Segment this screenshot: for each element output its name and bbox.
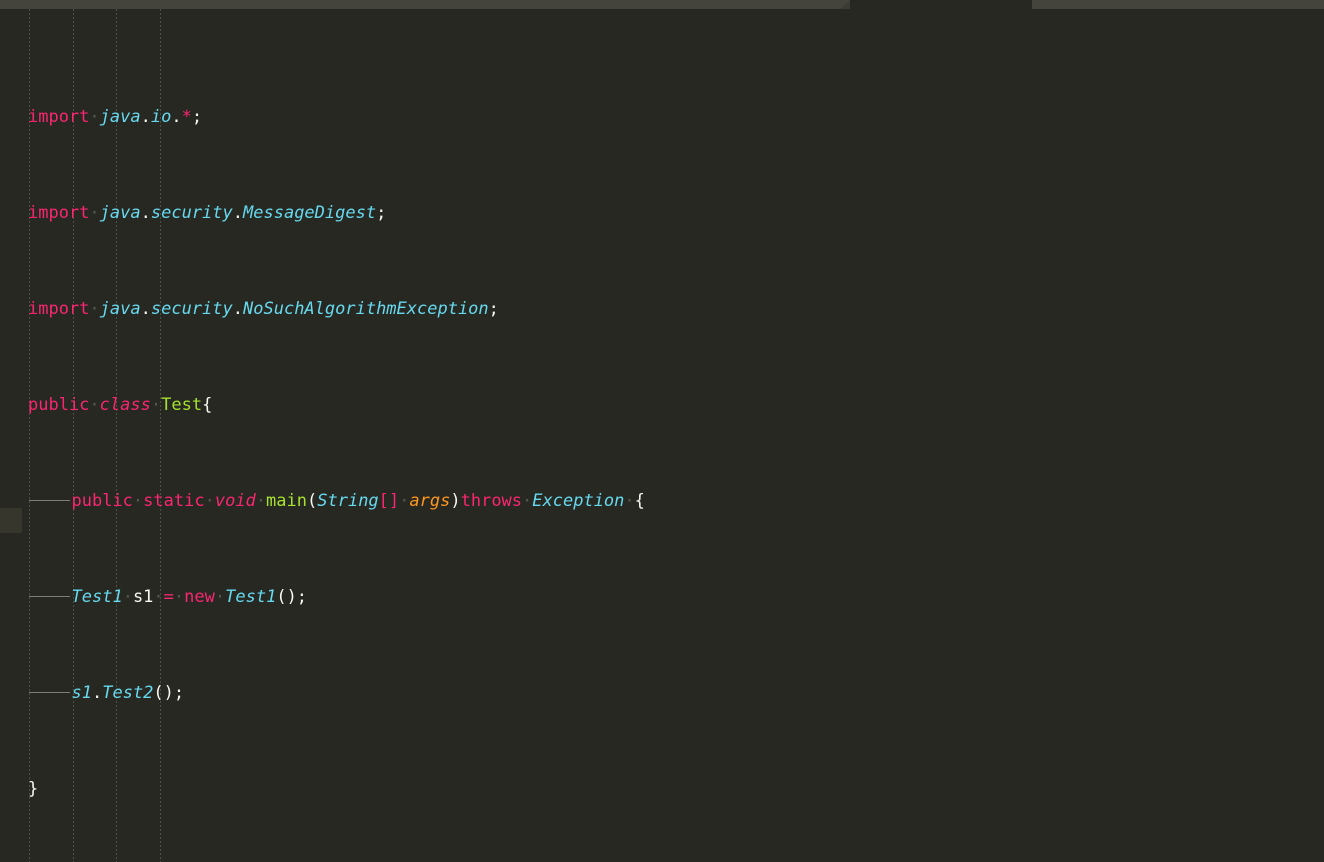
- editor-tab-3[interactable]: [438, 0, 671, 9]
- editor-tab-bar[interactable]: [0, 0, 1324, 9]
- source-code-block[interactable]: importjava.io.*; importjava.security.Mes…: [0, 9, 1324, 862]
- editor-tab-5-active[interactable]: [850, 0, 1033, 9]
- editor-tab-8[interactable]: [1264, 0, 1324, 9]
- code-line-4[interactable]: publicclassTest{: [0, 393, 1324, 417]
- code-line-7[interactable]: s1.Test2();: [0, 681, 1324, 705]
- code-line-8[interactable]: }: [0, 777, 1324, 801]
- code-line-5[interactable]: publicstaticvoidmain(String[]args)throws…: [0, 489, 1324, 513]
- code-line-3[interactable]: importjava.security.NoSuchAlgorithmExcep…: [0, 297, 1324, 321]
- editor-tab-7[interactable]: [1144, 0, 1265, 9]
- editor-text-area[interactable]: importjava.io.*; importjava.security.Mes…: [0, 9, 1324, 862]
- code-line-1[interactable]: importjava.io.*;: [0, 105, 1324, 129]
- code-line-2[interactable]: importjava.security.MessageDigest;: [0, 201, 1324, 225]
- editor-tab-4[interactable]: [670, 0, 851, 9]
- editor-tab-6[interactable]: [1032, 0, 1145, 9]
- editor-tab-2[interactable]: [208, 0, 439, 9]
- editor-tab-1[interactable]: [0, 0, 209, 9]
- code-editor-window: importjava.io.*; importjava.security.Mes…: [0, 0, 1324, 862]
- code-line-6[interactable]: Test1s1=newTest1();: [0, 585, 1324, 609]
